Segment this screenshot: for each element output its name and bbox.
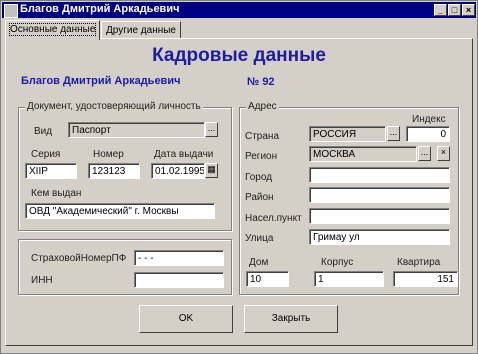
calendar-icon[interactable]: ▦ [205, 163, 218, 178]
page-title: Кадровые данные [152, 45, 326, 66]
ok-button[interactable]: OK [139, 305, 233, 333]
country-label: Страна [245, 131, 280, 142]
tab-other-data[interactable]: Другие данные [101, 21, 181, 39]
inn-field[interactable] [134, 272, 224, 288]
issued-by-field[interactable]: ОВД "Академический" г. Москвы [25, 203, 215, 219]
app-icon [4, 4, 18, 18]
street-label: Улица [245, 233, 274, 244]
window-title: Благов Дмитрий Аркадьевич [20, 3, 180, 15]
district-label: Район [245, 192, 274, 203]
flat-label: Квартира [397, 257, 441, 268]
number-field[interactable]: 123123 [88, 163, 140, 179]
inn-label: ИНН [31, 275, 53, 286]
building-field[interactable]: 1 [314, 271, 384, 287]
settlement-field[interactable] [309, 208, 450, 224]
close-window-button[interactable]: × [462, 4, 475, 16]
tab-main-data[interactable]: Основные данные [5, 20, 101, 40]
country-select-button[interactable]: ... [387, 126, 400, 141]
title-bar: Благов Дмитрий Аркадьевич _ □ × [2, 2, 476, 18]
doc-type-select-button[interactable]: ... [205, 122, 218, 137]
settlement-label: Насел.пункт [245, 213, 302, 224]
close-button[interactable]: Закрыть [244, 305, 338, 333]
series-field[interactable]: XIIP [25, 163, 77, 179]
window: Благов Дмитрий Аркадьевич _ □ × Основные… [0, 0, 478, 354]
document-group-title: Документ, удостоверяющий личность [25, 101, 203, 112]
house-label: Дом [249, 257, 269, 268]
maximize-button[interactable]: □ [448, 4, 461, 16]
record-number: № 92 [247, 76, 275, 88]
issue-date-field[interactable]: 01.02.1995 [151, 163, 205, 179]
building-label: Корпус [321, 257, 354, 268]
series-label: Серия [31, 149, 61, 160]
tab-label: Основные данные [8, 23, 97, 36]
city-field[interactable] [309, 167, 450, 183]
person-name: Благов Дмитрий Аркадьевич [21, 75, 181, 87]
region-label: Регион [245, 151, 278, 162]
pfr-field[interactable]: - - - [134, 250, 224, 266]
issued-by-label: Кем выдан [31, 188, 82, 199]
doc-type-label: Вид [34, 126, 53, 137]
country-field[interactable]: РОССИЯ [309, 126, 386, 142]
house-field[interactable]: 10 [246, 271, 289, 287]
region-select-button[interactable]: ... [418, 146, 431, 161]
district-field[interactable] [309, 187, 450, 203]
street-field[interactable]: Гримау ул [309, 229, 450, 245]
number-label: Номер [93, 149, 124, 160]
city-label: Город [245, 172, 273, 183]
region-field[interactable]: МОСКВА [309, 146, 417, 162]
issue-date-label: Дата выдачи [154, 149, 214, 160]
pfr-label: СтраховойНомерПФ [31, 253, 127, 264]
index-field[interactable]: 0 [406, 126, 450, 142]
index-label: Индекс [412, 114, 446, 125]
region-clear-button[interactable]: × [437, 146, 450, 161]
doc-type-field[interactable]: Паспорт [68, 122, 205, 138]
address-group-title: Адрес [246, 101, 279, 112]
flat-field[interactable]: 151 [393, 271, 458, 287]
tab-label: Другие данные [106, 25, 176, 36]
minimize-button[interactable]: _ [434, 4, 447, 16]
